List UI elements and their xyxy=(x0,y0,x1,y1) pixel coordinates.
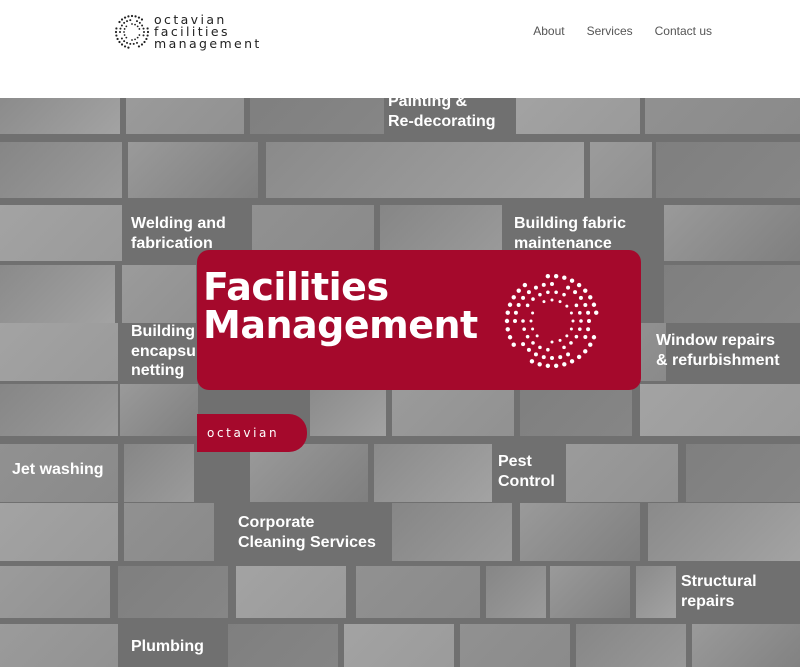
service-building-fabric[interactable]: Building fabric maintenance xyxy=(514,214,626,253)
collage-photo-tile xyxy=(122,265,196,323)
main-nav: About Services Contact us xyxy=(533,24,712,38)
collage-photo-tile xyxy=(664,265,800,323)
collage-photo-tile xyxy=(648,503,800,561)
collage-photo-tile xyxy=(692,624,800,667)
collage-photo-tile xyxy=(344,624,454,667)
service-plumbing[interactable]: Plumbing xyxy=(131,637,204,657)
collage-photo-tile xyxy=(120,384,198,436)
collage-photo-tile xyxy=(0,205,122,261)
hero-title: Facilities Management xyxy=(203,265,478,347)
site-header: octavian facilities management About Ser… xyxy=(0,0,800,98)
collage-photo-tile xyxy=(124,444,194,502)
collage-photo-tile xyxy=(250,444,368,502)
collage-photo-tile xyxy=(0,142,122,198)
collage-photo-tile xyxy=(266,142,584,198)
nav-about[interactable]: About xyxy=(533,24,564,38)
brand-line-3: management xyxy=(154,36,262,51)
collage-photo-tile xyxy=(0,566,110,618)
dot-circle-icon xyxy=(504,273,599,369)
collage-photo-tile xyxy=(645,98,800,134)
collage-photo-tile xyxy=(374,444,492,502)
nav-services[interactable]: Services xyxy=(587,24,633,38)
brand-logo[interactable]: octavian facilities management xyxy=(114,13,264,54)
collage-photo-tile xyxy=(236,566,346,618)
collage-photo-tile xyxy=(664,205,800,261)
collage-photo-tile xyxy=(686,444,800,502)
collage-photo-tile xyxy=(520,384,632,436)
collage-photo-tile xyxy=(520,503,640,561)
collage-photo-tile xyxy=(0,98,120,134)
hero-collage: Painting & Re-decorating Welding and fab… xyxy=(0,98,800,667)
service-jet-washing[interactable]: Jet washing xyxy=(12,460,104,480)
collage-photo-tile xyxy=(0,323,118,381)
collage-photo-tile xyxy=(576,624,686,667)
service-cleaning[interactable]: Corporate Cleaning Services xyxy=(238,513,376,552)
collage-photo-tile xyxy=(124,503,214,561)
service-pest-control[interactable]: Pest Control xyxy=(498,452,555,491)
nav-contact[interactable]: Contact us xyxy=(655,24,712,38)
collage-photo-tile xyxy=(356,566,480,618)
collage-photo-tile xyxy=(392,503,512,561)
service-welding[interactable]: Welding and fabrication xyxy=(131,214,226,253)
collage-photo-tile xyxy=(310,384,386,436)
brand-wordmark: octavian facilities management xyxy=(154,13,262,51)
collage-photo-tile xyxy=(516,98,640,134)
collage-photo-tile xyxy=(550,566,630,618)
octavian-tab[interactable]: octavian xyxy=(197,414,307,452)
facilities-management-card: Facilities Management xyxy=(197,250,641,390)
collage-photo-tile xyxy=(460,624,570,667)
collage-photo-tile xyxy=(590,142,652,198)
service-painting[interactable]: Painting & Re-decorating xyxy=(388,98,496,131)
service-structural[interactable]: Structural repairs xyxy=(681,572,757,611)
collage-photo-tile xyxy=(126,98,244,134)
collage-photo-tile xyxy=(640,384,800,436)
collage-photo-tile xyxy=(0,624,118,667)
logo-dot-circle-icon xyxy=(114,14,150,49)
collage-photo-tile xyxy=(566,444,678,502)
collage-photo-tile xyxy=(250,98,384,134)
collage-photo-tile xyxy=(486,566,546,618)
service-netting[interactable]: Building encapsu netting xyxy=(131,322,196,381)
collage-photo-tile xyxy=(0,503,118,561)
collage-photo-tile xyxy=(0,265,115,323)
collage-photo-tile xyxy=(228,624,338,667)
collage-photo-tile xyxy=(128,142,258,198)
collage-photo-tile xyxy=(656,142,800,198)
collage-photo-tile xyxy=(636,566,676,618)
service-window-repairs[interactable]: Window repairs & refurbishment xyxy=(656,331,780,370)
collage-photo-tile xyxy=(118,566,228,618)
collage-photo-tile xyxy=(392,384,514,436)
collage-photo-tile xyxy=(0,384,118,436)
